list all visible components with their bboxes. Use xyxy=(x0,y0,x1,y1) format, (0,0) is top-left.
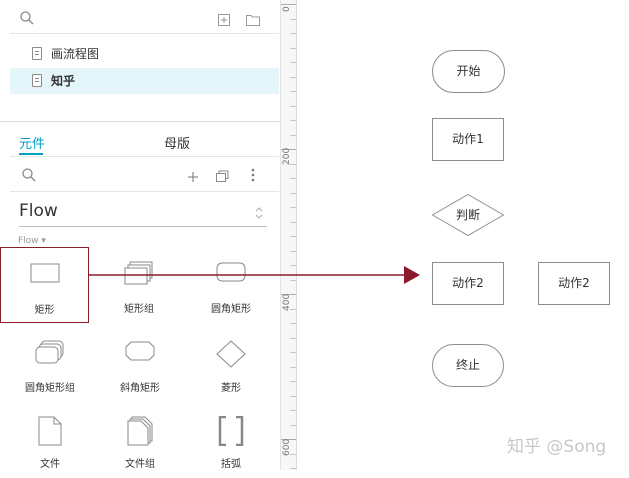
library-select-value: Flow xyxy=(19,201,58,221)
ruler-tick xyxy=(290,33,296,34)
library-section-label[interactable]: Flow ▾ xyxy=(18,236,46,246)
ruler-tick xyxy=(290,352,296,353)
updown-chevron-icon xyxy=(255,205,263,224)
add-page-icon[interactable] xyxy=(218,11,230,30)
ruler-tick xyxy=(290,120,296,121)
ruler-tick xyxy=(290,323,296,324)
ruler-tick xyxy=(290,77,296,78)
widget-bevel-rectangle[interactable]: 斜角矩形 xyxy=(95,326,185,402)
page-item-zhihu[interactable]: 知乎 xyxy=(10,68,279,94)
widget-label: 矩形组 xyxy=(124,304,154,315)
page-item-label: 知乎 xyxy=(51,74,76,88)
bracket-icon xyxy=(186,416,276,446)
page-icon xyxy=(32,47,42,60)
ruler-tick xyxy=(290,135,296,136)
widget-toolbar-divider xyxy=(10,191,279,192)
vertical-ruler: 0 200 400 600 xyxy=(281,0,297,470)
page-item-flowchart[interactable]: 画流程图 xyxy=(10,41,279,67)
library-stack-icon[interactable] xyxy=(216,167,230,186)
widget-label: 文件组 xyxy=(125,459,155,470)
widget-diamond[interactable]: 菱形 xyxy=(186,326,276,402)
widget-label: 括弧 xyxy=(221,459,241,470)
watermark: 知乎 @Song xyxy=(507,437,607,457)
add-library-icon[interactable] xyxy=(187,168,199,187)
widget-label: 菱形 xyxy=(221,383,241,394)
library-select[interactable]: Flow xyxy=(19,198,267,227)
ruler-tick xyxy=(290,425,296,426)
ruler-tick xyxy=(290,62,296,63)
bevel-rectangle-icon xyxy=(95,340,185,370)
widget-file-group[interactable]: 文件组 xyxy=(95,402,185,478)
file-icon xyxy=(5,416,95,446)
ruler-tick xyxy=(290,251,296,252)
page-icon xyxy=(32,74,42,87)
ruler-tick xyxy=(290,193,296,194)
ruler-tick xyxy=(290,367,296,368)
ruler-tick xyxy=(290,381,296,382)
flow-node-end[interactable]: 终止 xyxy=(432,344,504,387)
widget-label: 圆角矩形组 xyxy=(25,383,75,394)
ruler-tick xyxy=(290,396,296,397)
rounded-rectangle-group-icon xyxy=(5,340,95,370)
ruler-label: 400 xyxy=(282,293,292,311)
widget-rectangle[interactable]: 矩形 xyxy=(0,247,89,323)
widget-label: 圆角矩形 xyxy=(211,304,251,315)
widget-label: 斜角矩形 xyxy=(120,383,160,394)
ruler-tick xyxy=(290,236,296,237)
ruler-tick xyxy=(290,410,296,411)
panel-splitter[interactable] xyxy=(0,121,280,122)
ruler-label: 200 xyxy=(282,147,292,165)
ruler-major-tick xyxy=(281,4,296,5)
ruler-tick xyxy=(290,106,296,107)
widget-rounded-rectangle[interactable]: 圆角矩形 xyxy=(186,247,276,323)
add-folder-icon[interactable] xyxy=(246,11,260,30)
flow-node-start[interactable]: 开始 xyxy=(432,50,505,93)
ruler-tick xyxy=(290,222,296,223)
widget-label: 文件 xyxy=(40,459,60,470)
more-options-icon[interactable] xyxy=(251,167,255,186)
tab-widgets-underline xyxy=(19,153,43,155)
pages-toolbar-divider xyxy=(10,33,279,34)
file-group-icon xyxy=(95,416,185,446)
ruler-tick xyxy=(290,338,296,339)
widget-file[interactable]: 文件 xyxy=(5,402,95,478)
page-item-label: 画流程图 xyxy=(51,47,100,61)
widget-label: 矩形 xyxy=(34,305,55,316)
widget-rectangle-group[interactable]: 矩形组 xyxy=(94,247,184,323)
diamond-icon xyxy=(186,340,276,370)
flow-node-action1[interactable]: 动作1 xyxy=(432,118,504,161)
widget-rounded-rectangle-group[interactable]: 圆角矩形组 xyxy=(5,326,95,402)
ruler-tick xyxy=(290,207,296,208)
search-icon[interactable] xyxy=(22,167,36,186)
ruler-tick xyxy=(290,48,296,49)
ruler-tick xyxy=(290,91,296,92)
tabs-divider xyxy=(10,156,279,157)
rectangle-icon xyxy=(1,262,88,292)
ruler-tick xyxy=(290,19,296,20)
search-icon[interactable] xyxy=(20,10,34,29)
drag-arrow xyxy=(89,266,420,284)
left-panel: 画流程图 知乎 元件 母版 Flow Flow ▾ 矩形 矩形组 圆角矩形 圆角… xyxy=(0,0,281,470)
flow-node-decision-label: 判断 xyxy=(455,208,480,222)
tab-widgets[interactable]: 元件 xyxy=(19,133,45,152)
flow-node-action2[interactable]: 动作2 xyxy=(432,262,504,305)
widget-bracket[interactable]: 括弧 xyxy=(186,402,276,478)
ruler-tick xyxy=(290,468,296,469)
flow-node-action2-copy[interactable]: 动作2 xyxy=(538,262,610,305)
ruler-label: 600 xyxy=(282,438,292,456)
tab-masters[interactable]: 母版 xyxy=(164,133,190,152)
ruler-label: 0 xyxy=(282,6,292,12)
ruler-tick xyxy=(290,178,296,179)
